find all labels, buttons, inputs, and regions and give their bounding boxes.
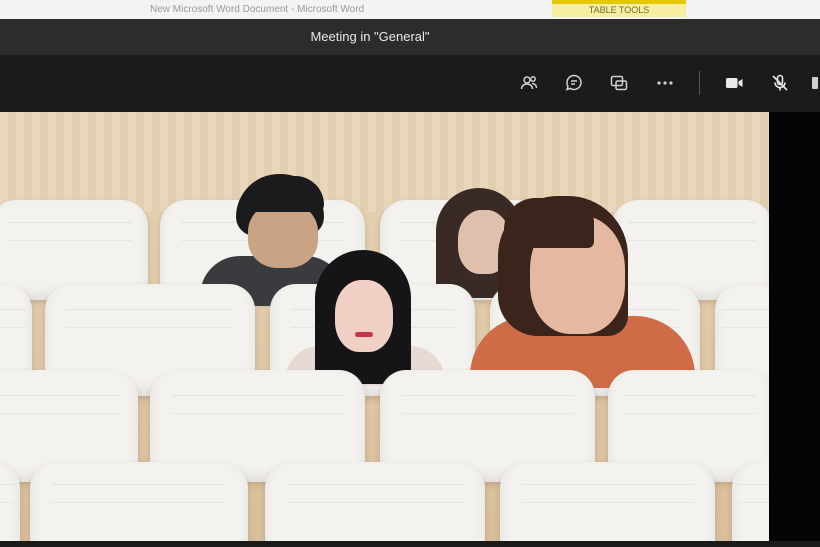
seat — [265, 462, 485, 547]
participant-video — [470, 196, 695, 388]
table-tools-tab[interactable]: TABLE TOOLS — [552, 0, 686, 17]
share-tray-button[interactable] — [606, 70, 632, 96]
seat — [30, 462, 248, 547]
mic-icon — [772, 74, 788, 91]
side-panel — [769, 112, 820, 547]
seat — [500, 462, 715, 547]
meeting-toolbar — [0, 55, 820, 112]
bottom-bar — [0, 541, 820, 547]
participants-button[interactable] — [516, 70, 542, 96]
seat — [732, 462, 769, 547]
share-tray-icon — [610, 75, 628, 91]
more-actions-icon — [657, 81, 673, 85]
participants-icon — [520, 76, 538, 90]
camera-icon — [726, 78, 743, 88]
more-actions-button[interactable] — [652, 70, 678, 96]
participant-video — [285, 250, 445, 390]
toolbar-divider — [699, 71, 700, 95]
meeting-title: Meeting in "General" — [310, 29, 430, 44]
meeting-title-bar: Meeting in "General" — [0, 19, 820, 55]
word-title-strip: New Microsoft Word Document - Microsoft … — [0, 0, 820, 20]
mic-button[interactable] — [767, 70, 793, 96]
control-edge-icon — [812, 77, 818, 89]
together-mode-stage — [0, 112, 769, 547]
chat-button[interactable] — [561, 70, 587, 96]
table-tools-label: TABLE TOOLS — [588, 5, 650, 15]
word-window-title: New Microsoft Word Document - Microsoft … — [150, 4, 365, 15]
chat-icon — [565, 74, 582, 91]
more-controls-edge[interactable] — [808, 70, 820, 96]
camera-button[interactable] — [721, 70, 747, 96]
